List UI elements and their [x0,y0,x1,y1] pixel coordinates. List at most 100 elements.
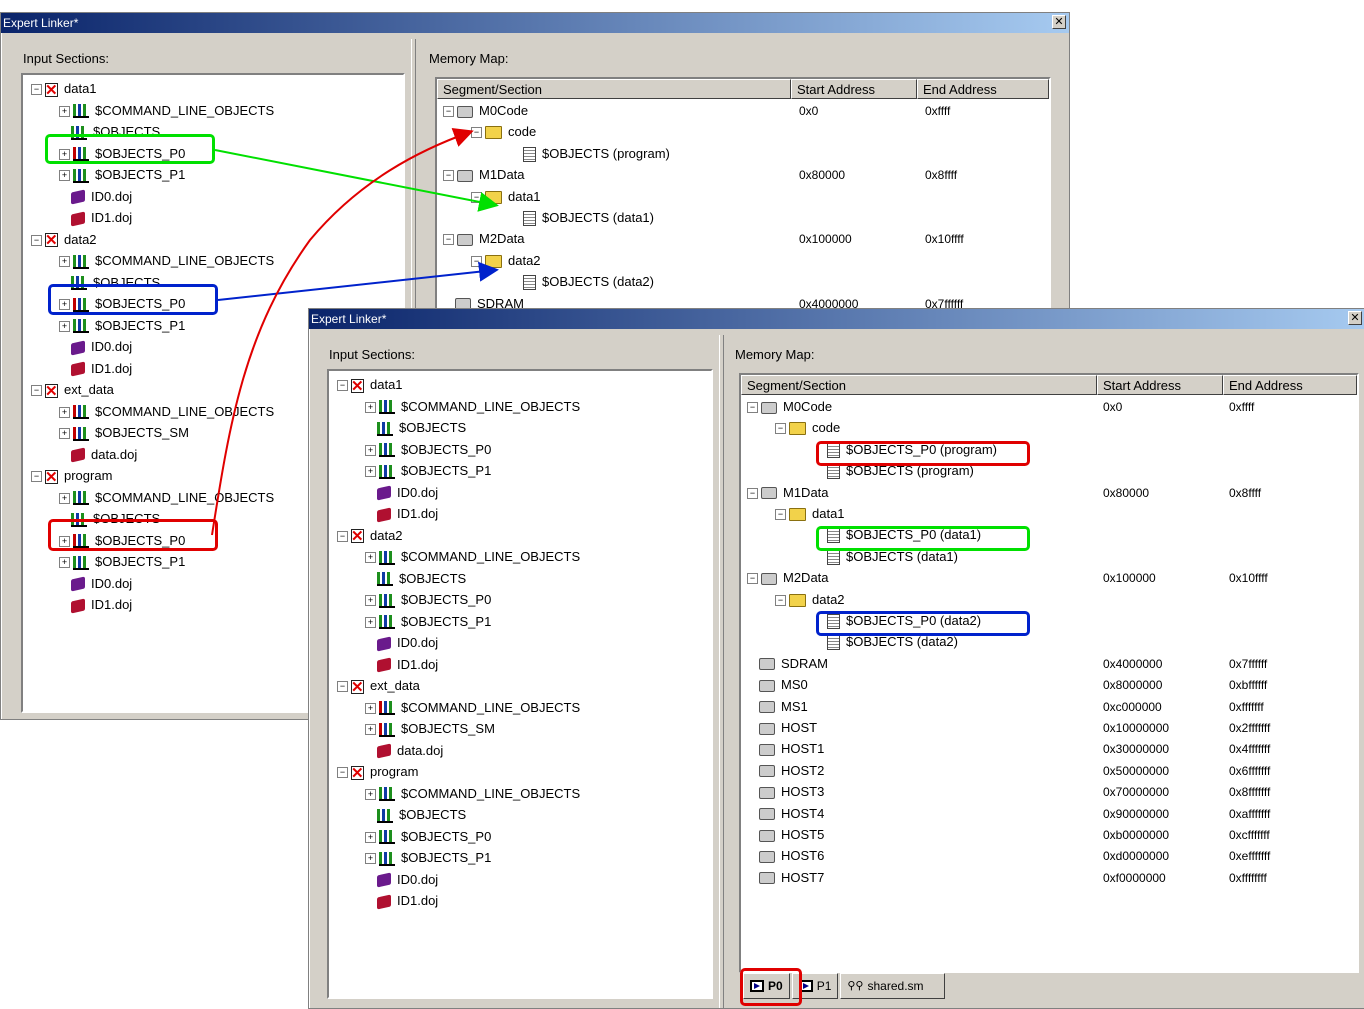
expand-toggle-icon[interactable]: + [59,320,70,332]
memory-row[interactable]: HOST5 [747,825,824,845]
tree-item[interactable]: + $COMMAND_LINE_OBJECTS [59,402,274,422]
memory-row[interactable]: HOST1 [747,739,824,759]
tree-item[interactable]: + $COMMAND_LINE_OBJECTS [365,698,580,718]
title-bar[interactable]: Expert Linker* ✕ [1,13,1069,33]
tree-group-item[interactable]: − data1 [31,79,97,101]
tree-item[interactable]: ID1.doj [59,595,132,615]
tree-item[interactable]: + $OBJECTS_P1 [365,461,491,481]
expand-toggle-icon[interactable]: + [365,444,376,456]
tree-item[interactable]: + $OBJECTS_P0 [365,827,491,847]
tree-item[interactable]: $OBJECTS [365,418,466,438]
expand-toggle-icon[interactable]: + [365,401,376,413]
memory-row[interactable]: HOST4 [747,804,824,824]
tree-item[interactable]: ID0.doj [59,187,132,207]
expand-toggle-icon[interactable]: − [775,423,786,435]
tree-item[interactable]: + $COMMAND_LINE_OBJECTS [365,784,580,804]
memory-row[interactable]: HOST [747,718,817,738]
expand-toggle-icon[interactable]: + [59,256,70,268]
memory-row[interactable]: − data2 [775,590,845,610]
column-header-start[interactable]: Start Address [791,79,917,99]
column-header-end[interactable]: End Address [1223,375,1357,395]
tree-group-item[interactable]: − data1 [337,375,403,397]
expand-toggle-icon[interactable]: − [471,127,482,139]
expand-toggle-icon[interactable]: − [775,594,786,606]
tree-item[interactable]: ID1.doj [59,359,132,379]
memory-row[interactable]: $OBJECTS (data2) [511,272,654,292]
memory-row[interactable]: − data1 [775,504,845,524]
memory-row[interactable]: HOST2 [747,761,824,781]
tree-item[interactable]: ID0.doj [365,483,438,503]
tree-item[interactable]: + $OBJECTS_SM [365,719,495,739]
memory-row[interactable]: HOST6 [747,846,824,866]
expand-toggle-icon[interactable]: − [337,530,348,542]
tree-item[interactable]: ID1.doj [59,208,132,228]
expand-toggle-icon[interactable]: − [443,170,454,182]
memory-row[interactable]: − data2 [471,251,541,271]
tree-item[interactable]: ID1.doj [365,655,438,675]
expand-toggle-icon[interactable]: − [775,509,786,521]
memory-row[interactable]: MS0 [747,675,808,695]
expand-toggle-icon[interactable]: + [59,428,70,440]
tree-item[interactable]: + $OBJECTS_P1 [365,848,491,868]
tree-item[interactable]: ID0.doj [59,337,132,357]
panel-splitter[interactable] [719,335,724,1008]
tree-item[interactable]: data.doj [365,741,443,761]
memory-row[interactable]: $OBJECTS (program) [511,144,670,164]
tree-item[interactable]: ID1.doj [365,891,438,911]
tree-item[interactable]: ID0.doj [59,574,132,594]
expand-toggle-icon[interactable]: + [59,170,70,182]
tree-group-item[interactable]: − ext_data [31,380,114,402]
tree-item[interactable]: ID0.doj [365,633,438,653]
expand-toggle-icon[interactable]: − [471,191,482,203]
close-icon[interactable]: ✕ [1348,311,1362,325]
expand-toggle-icon[interactable]: + [365,595,376,607]
expand-toggle-icon[interactable]: − [471,255,482,267]
tree-item[interactable]: + $OBJECTS_P0 [365,590,491,610]
expand-toggle-icon[interactable]: − [747,573,758,585]
expand-toggle-icon[interactable]: + [365,724,376,736]
expand-toggle-icon[interactable]: + [365,788,376,800]
expand-toggle-icon[interactable]: + [365,616,376,628]
memory-row[interactable]: − M0Code [747,397,832,417]
expand-toggle-icon[interactable]: + [59,105,70,117]
memory-row[interactable]: SDRAM [747,654,828,674]
expand-toggle-icon[interactable]: − [31,385,42,397]
tree-item[interactable]: + $COMMAND_LINE_OBJECTS [365,547,580,567]
expand-toggle-icon[interactable]: + [365,853,376,865]
expand-toggle-icon[interactable]: − [31,471,42,483]
expand-toggle-icon[interactable]: + [59,557,70,569]
expand-toggle-icon[interactable]: + [365,702,376,714]
tree-item[interactable]: + $COMMAND_LINE_OBJECTS [365,397,580,417]
expand-toggle-icon[interactable]: − [443,234,454,246]
memory-row[interactable]: − M2Data [747,568,829,588]
memory-row[interactable]: − code [471,122,536,142]
tree-group-item[interactable]: − data2 [337,526,403,547]
column-header-end[interactable]: End Address [917,79,1049,99]
tab-shared-sm[interactable]: ⚲⚲ shared.sm [840,973,945,999]
tree-item[interactable]: + $COMMAND_LINE_OBJECTS [59,101,274,121]
tree-group-item[interactable]: − ext_data [337,676,420,698]
expand-toggle-icon[interactable]: − [337,767,348,779]
tree-item[interactable]: + $OBJECTS_P1 [59,316,185,336]
memory-row[interactable]: − M1Data [443,165,525,185]
tree-item[interactable]: ID1.doj [365,504,438,524]
expand-toggle-icon[interactable]: − [337,681,348,693]
expand-toggle-icon[interactable]: + [365,466,376,478]
close-icon[interactable]: ✕ [1052,15,1066,29]
column-header-segment[interactable]: Segment/Section [437,79,791,99]
memory-row[interactable]: − code [775,418,840,438]
tree-item[interactable]: + $OBJECTS_P1 [365,612,491,632]
tree-item[interactable]: $OBJECTS [365,569,466,589]
expand-toggle-icon[interactable]: + [59,492,70,504]
memory-row[interactable]: − data1 [471,187,541,207]
tree-item[interactable]: ID0.doj [365,870,438,890]
tree-item[interactable]: $OBJECTS [365,805,466,825]
expand-toggle-icon[interactable]: + [365,552,376,564]
input-sections-tree[interactable]: − data1 + $COMMAND_LINE_OBJECTS $OBJECTS + $OB… [327,369,713,999]
tree-item[interactable]: + $OBJECTS_P1 [59,552,185,572]
tree-item[interactable]: + $OBJECTS_P0 [365,440,491,460]
expand-toggle-icon[interactable]: + [365,831,376,843]
memory-row[interactable]: − M1Data [747,483,829,503]
tree-group-item[interactable]: − program [337,762,418,784]
expand-toggle-icon[interactable]: + [59,406,70,418]
